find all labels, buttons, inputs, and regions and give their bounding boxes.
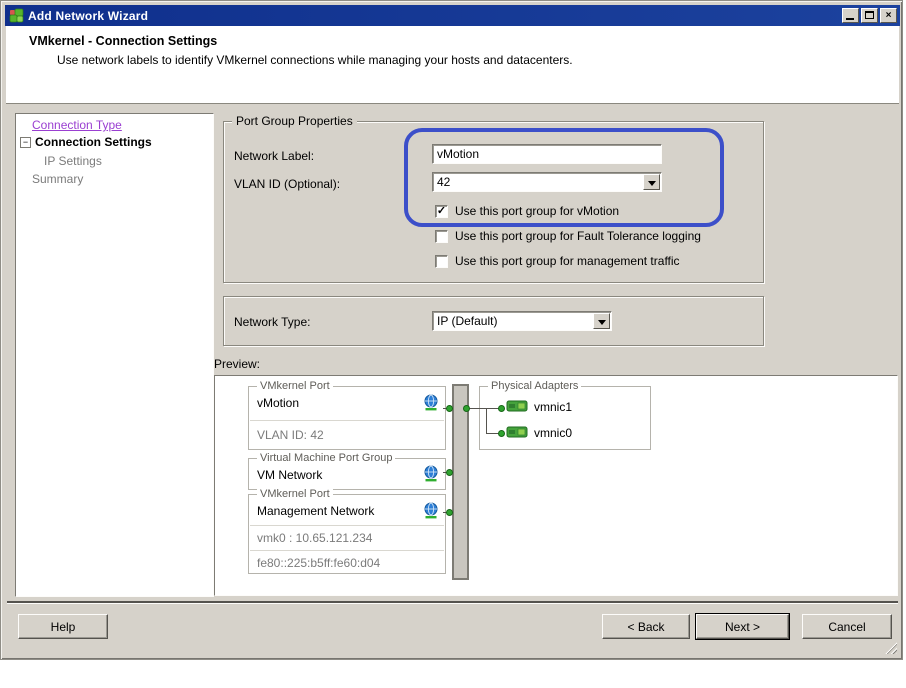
connector-dot xyxy=(498,430,505,437)
vmotion-checkbox-row[interactable]: ✓ Use this port group for vMotion xyxy=(435,204,619,218)
preview-vmk0-detail: vmk0 : 10.65.121.234 xyxy=(257,531,373,545)
vmnic1-label: vmnic1 xyxy=(534,400,573,414)
network-type-combobox[interactable]: IP (Default) xyxy=(432,311,612,331)
help-button[interactable]: Help xyxy=(18,614,108,639)
preview-port-name: Management Network xyxy=(257,504,375,518)
vlan-id-value: 42 xyxy=(437,175,451,189)
preview-physical-adapters-group: Physical Adapters vmnic1 vmnic0 xyxy=(479,380,651,450)
window-controls: × xyxy=(842,8,897,23)
resize-grip[interactable] xyxy=(884,641,897,654)
check-icon: ✓ xyxy=(436,204,447,217)
vlan-dropdown-button[interactable] xyxy=(643,174,660,190)
network-globe-icon xyxy=(423,465,439,482)
connector-dot xyxy=(463,405,470,412)
screenshot-canvas: Add Network Wizard × VMkernel - Connecti… xyxy=(0,0,906,688)
preview-diagram: VMkernel Port vMotion VLAN ID: 42 Virtua… xyxy=(214,375,898,596)
add-network-wizard-dialog: Add Network Wizard × VMkernel - Connecti… xyxy=(0,0,903,660)
vmotion-checkbox[interactable]: ✓ xyxy=(435,204,448,218)
page-title: VMkernel - Connection Settings xyxy=(29,34,218,48)
sidebar-item-connection-settings[interactable]: − Connection Settings xyxy=(20,135,152,149)
maximize-button[interactable] xyxy=(861,8,878,23)
cancel-button[interactable]: Cancel xyxy=(802,614,892,639)
chevron-down-icon xyxy=(648,181,656,190)
vsphere-app-icon xyxy=(9,8,24,23)
management-traffic-checkbox-row[interactable]: Use this port group for management traff… xyxy=(435,254,680,268)
vmnic1-adapter-icon xyxy=(506,399,528,413)
connector-dot xyxy=(446,405,453,412)
preview-port-name: vMotion xyxy=(257,396,300,410)
preview-group-type: Physical Adapters xyxy=(488,380,582,392)
vmotion-checkbox-label: Use this port group for vMotion xyxy=(455,204,620,218)
preview-management-group: VMkernel Port Management Network vmk0 : … xyxy=(248,488,446,574)
sidebar-item-connection-type[interactable]: Connection Type xyxy=(32,118,122,132)
preview-ipv6-detail: fe80::225:b5ff:fe60:d04 xyxy=(257,556,381,570)
vswitch-bar xyxy=(452,384,469,580)
fault-tolerance-checkbox-row[interactable]: Use this port group for Fault Tolerance … xyxy=(435,229,701,243)
network-type-label: Network Type: xyxy=(234,315,311,329)
network-globe-icon xyxy=(423,502,439,519)
connector-dot xyxy=(498,405,505,412)
management-traffic-checkbox-label: Use this port group for management traff… xyxy=(455,254,680,268)
vmnic0-label: vmnic0 xyxy=(534,426,573,440)
divider xyxy=(250,420,444,421)
preview-vm-network-group: Virtual Machine Port Group VM Network xyxy=(248,452,446,490)
sidebar-item-ip-settings: IP Settings xyxy=(44,154,102,168)
fault-tolerance-checkbox[interactable] xyxy=(435,229,448,243)
network-label-input[interactable]: vMotion xyxy=(432,144,662,164)
page-description: Use network labels to identify VMkernel … xyxy=(57,53,573,67)
connector-line xyxy=(469,408,487,409)
maximize-icon xyxy=(865,11,874,19)
sidebar-item-summary: Summary xyxy=(32,172,84,186)
preview-group-type: VMkernel Port xyxy=(257,380,333,392)
divider xyxy=(7,601,898,603)
preview-port-name: VM Network xyxy=(257,468,323,482)
preview-group-type: Virtual Machine Port Group xyxy=(257,452,396,464)
network-globe-icon xyxy=(423,394,439,411)
network-type-groupbox: Network Type: IP (Default) xyxy=(223,296,764,346)
wizard-header: VMkernel - Connection Settings Use netwo… xyxy=(6,26,899,104)
divider xyxy=(250,550,444,551)
port-group-properties-groupbox: Port Group Properties Network Label: vMo… xyxy=(223,114,764,283)
vlan-id-combobox[interactable]: 42 xyxy=(432,172,662,192)
groupbox-title: Port Group Properties xyxy=(232,114,357,128)
connector-dot xyxy=(446,469,453,476)
connector-dot xyxy=(446,509,453,516)
back-button[interactable]: < Back xyxy=(602,614,690,639)
network-type-value: IP (Default) xyxy=(437,314,498,328)
collapse-minus-icon[interactable]: − xyxy=(20,136,31,148)
vlan-id-label: VLAN ID (Optional): xyxy=(234,177,341,191)
network-label-label: Network Label: xyxy=(234,149,315,163)
vmnic0-adapter-icon xyxy=(506,425,528,439)
close-icon: × xyxy=(885,10,892,21)
chevron-down-icon xyxy=(598,320,606,329)
wizard-steps-sidebar: Connection Type − Connection Settings IP… xyxy=(15,113,214,597)
close-button[interactable]: × xyxy=(880,8,897,23)
management-traffic-checkbox[interactable] xyxy=(435,254,448,268)
minimize-button[interactable] xyxy=(842,8,859,23)
title-bar[interactable]: Add Network Wizard × xyxy=(5,5,900,26)
connector-line xyxy=(486,408,487,434)
window-title: Add Network Wizard xyxy=(28,8,149,23)
preview-vmotion-group: VMkernel Port vMotion VLAN ID: 42 xyxy=(248,380,446,450)
fault-tolerance-checkbox-label: Use this port group for Fault Tolerance … xyxy=(455,229,701,243)
preview-vlan-detail: VLAN ID: 42 xyxy=(257,428,324,442)
network-type-dropdown-button[interactable] xyxy=(593,313,610,329)
preview-group-type: VMkernel Port xyxy=(257,488,333,500)
sidebar-item-label: Connection Settings xyxy=(35,135,152,149)
preview-label: Preview: xyxy=(214,357,261,371)
divider xyxy=(250,525,444,526)
next-button[interactable]: Next > xyxy=(695,613,790,640)
minimize-icon xyxy=(846,18,854,20)
